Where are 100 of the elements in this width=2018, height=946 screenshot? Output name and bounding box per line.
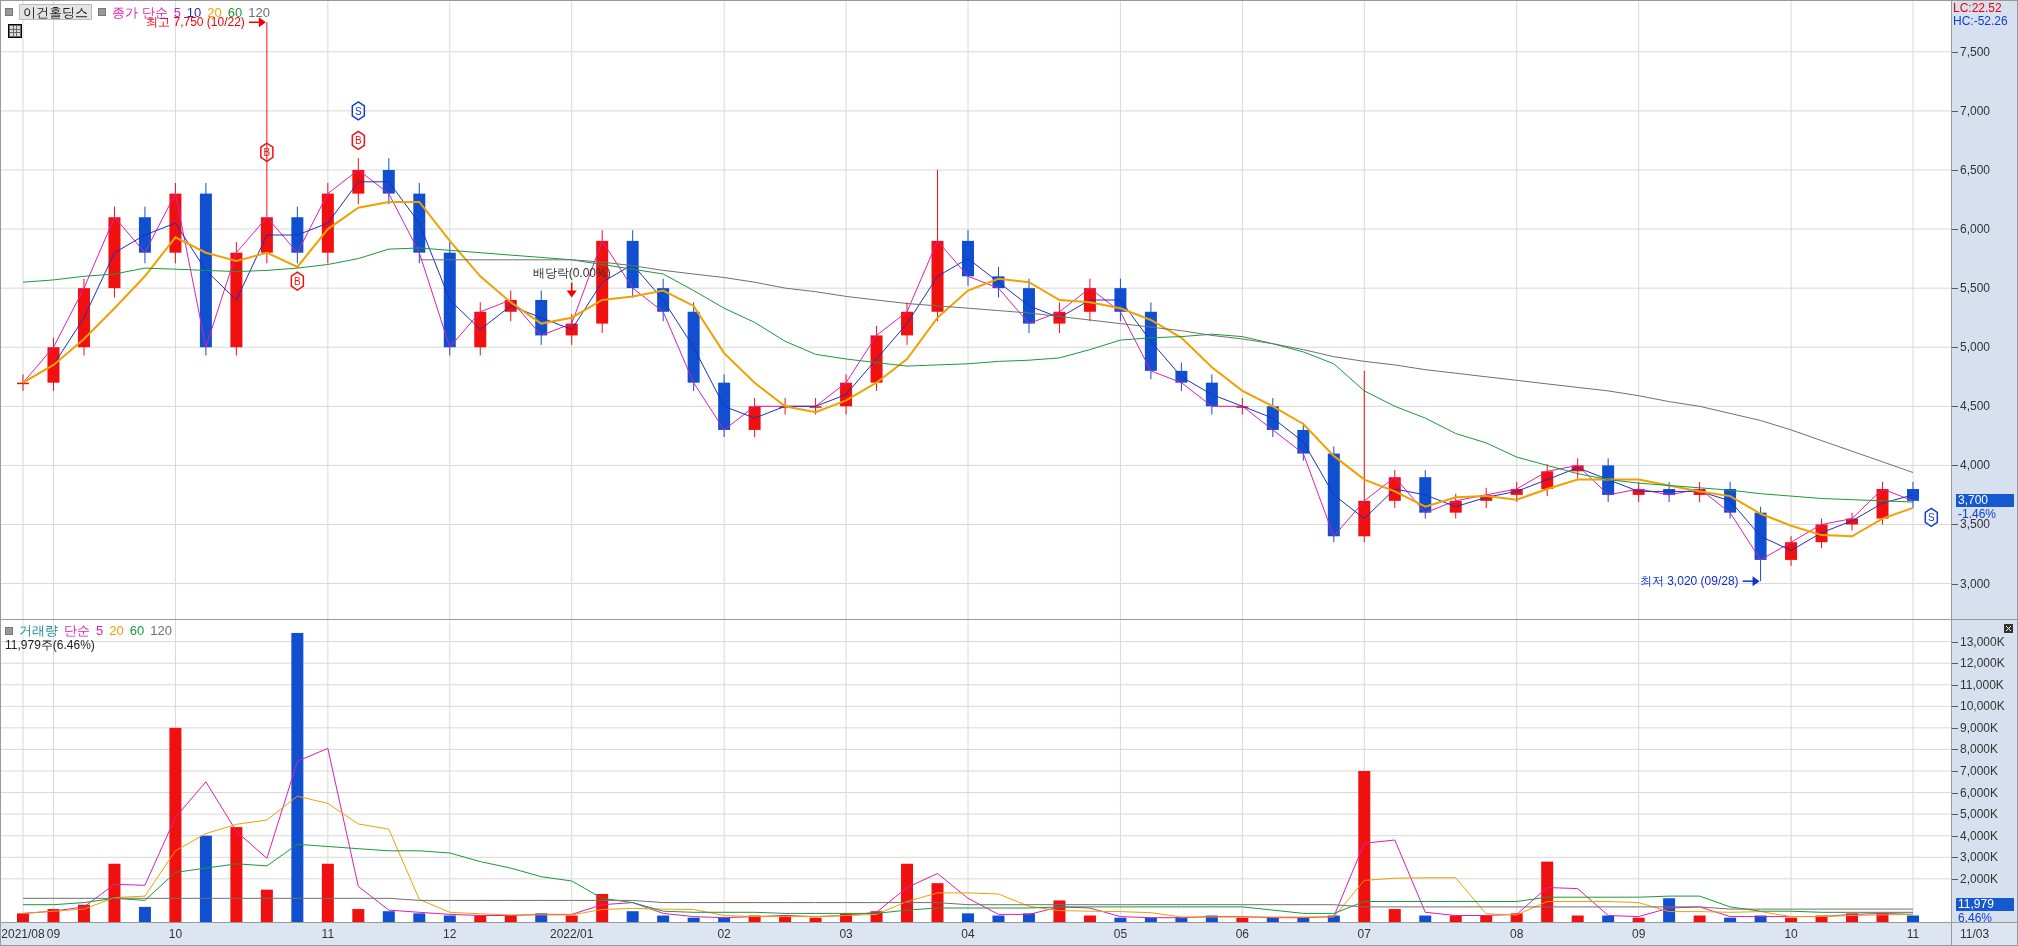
candlestick	[1571, 457, 1584, 479]
volume-bar	[901, 863, 914, 922]
candlestick	[1236, 397, 1249, 416]
date-label: 11	[1906, 928, 1920, 940]
volume-bar	[1419, 915, 1432, 922]
annotation: 최저 3,020 (09/28)	[1639, 574, 1739, 589]
candlestick	[1053, 301, 1066, 334]
volume-bar	[1297, 917, 1310, 922]
volume-bar	[1114, 917, 1127, 922]
date-label: 06	[1235, 928, 1249, 940]
candlestick	[1693, 481, 1706, 503]
date-label: 2021/08	[1, 928, 45, 940]
buy-signal-marker: B	[351, 130, 366, 151]
volume-bar	[1022, 913, 1035, 922]
legend-period: 20	[207, 5, 222, 19]
volume-bar	[77, 904, 90, 922]
candlestick	[535, 290, 548, 346]
axis-label: 10,000K	[1960, 700, 2005, 713]
candlestick	[352, 157, 365, 205]
price-extreme-annotation: 최저 3,020 (09/28)	[1639, 574, 1760, 589]
candlestick	[47, 337, 60, 392]
volume-bar	[1388, 909, 1401, 922]
stock-name-button[interactable]: 이건홀딩스	[19, 4, 92, 20]
candlestick	[1022, 278, 1035, 334]
date-label: 12	[443, 928, 457, 940]
volume-bar	[1907, 915, 1919, 922]
axis-label: 3,500	[1960, 518, 1991, 531]
candlestick	[1846, 512, 1859, 531]
candlestick	[474, 301, 487, 356]
date-label: 04	[961, 928, 975, 940]
candlestick	[1602, 457, 1615, 503]
volume-bar	[1724, 917, 1737, 922]
volume-bar	[1754, 915, 1767, 922]
volume-bar	[382, 911, 395, 922]
volume-bar	[687, 917, 700, 922]
volume-bar	[1632, 917, 1645, 922]
candlestick	[1541, 463, 1554, 497]
volume-bar	[657, 915, 670, 922]
axis-label: 3,000K	[1960, 851, 1999, 864]
volume-bar	[565, 915, 578, 922]
volume-bar	[1175, 917, 1188, 922]
candlestick	[1785, 535, 1798, 567]
candlestick	[657, 278, 670, 322]
volume-bar	[809, 917, 822, 922]
price-change: -1.46%	[1958, 507, 1997, 520]
volume-bar	[413, 913, 426, 922]
volume-bar	[474, 915, 487, 922]
candlestick	[504, 290, 517, 322]
legend-period: 20	[109, 624, 124, 637]
axis-label: 13,000K	[1960, 635, 2005, 648]
axis-label: 2,000K	[1960, 872, 1999, 885]
current-volume-tag: 11,979	[1956, 897, 2014, 911]
volume-bar	[748, 915, 761, 922]
volume-bar	[260, 889, 273, 922]
volume-bar	[1693, 915, 1706, 922]
sell-signal-marker: S	[1924, 507, 1939, 528]
volume-bar	[504, 915, 517, 922]
volume-bar	[535, 913, 548, 922]
axis-label: 7,000K	[1960, 765, 1999, 777]
date-label: 09	[46, 928, 61, 940]
axis-label: 4,000	[1960, 459, 1991, 472]
volume-bar	[931, 883, 944, 922]
axis-label: 7,000	[1960, 104, 1991, 117]
candlestick	[1083, 278, 1096, 322]
candlestick	[840, 373, 853, 416]
candlestick	[1175, 362, 1188, 392]
grid-table-icon[interactable]	[8, 24, 22, 38]
candlestick	[1266, 397, 1279, 438]
legend-period: 5	[173, 5, 181, 19]
axis-label: 8,000K	[1960, 743, 1999, 756]
volume-change: 6.46%	[1958, 911, 1993, 924]
axis-label: 7,500	[1960, 45, 1991, 58]
candlestick	[291, 206, 304, 264]
candlestick	[1205, 373, 1218, 416]
candlestick	[1419, 469, 1432, 520]
date-label: 10	[168, 928, 183, 940]
close-icon[interactable]	[2004, 624, 2013, 633]
candlestick	[626, 229, 639, 299]
axis-label: 12,000K	[1960, 657, 2005, 670]
volume-bar	[718, 917, 731, 922]
legend-subtitle: 단순	[64, 624, 90, 637]
axis-label: 5,500	[1960, 282, 1991, 295]
candlestick	[1907, 481, 1919, 509]
axis-label: 6,000K	[1960, 786, 1999, 799]
candlestick	[901, 301, 914, 346]
volume-bar	[992, 915, 1005, 922]
date-label: 09	[1631, 928, 1646, 940]
axis-label: 6,000	[1960, 223, 1991, 236]
volume-bar	[138, 906, 151, 922]
volume-bar	[1876, 913, 1889, 922]
current-price-tag: 3,700	[1956, 493, 2014, 507]
volume-bar	[1449, 915, 1462, 922]
volume-bar	[1815, 915, 1828, 922]
candlestick	[718, 373, 731, 438]
volume-bar	[1510, 913, 1523, 922]
volume-bar	[626, 911, 639, 922]
menu-square-icon[interactable]	[5, 626, 13, 635]
date-label: 2022/01	[550, 928, 594, 940]
axis-label: 4,500	[1960, 400, 1991, 413]
volume-summary: 11,979주(6.46%)	[5, 639, 96, 651]
